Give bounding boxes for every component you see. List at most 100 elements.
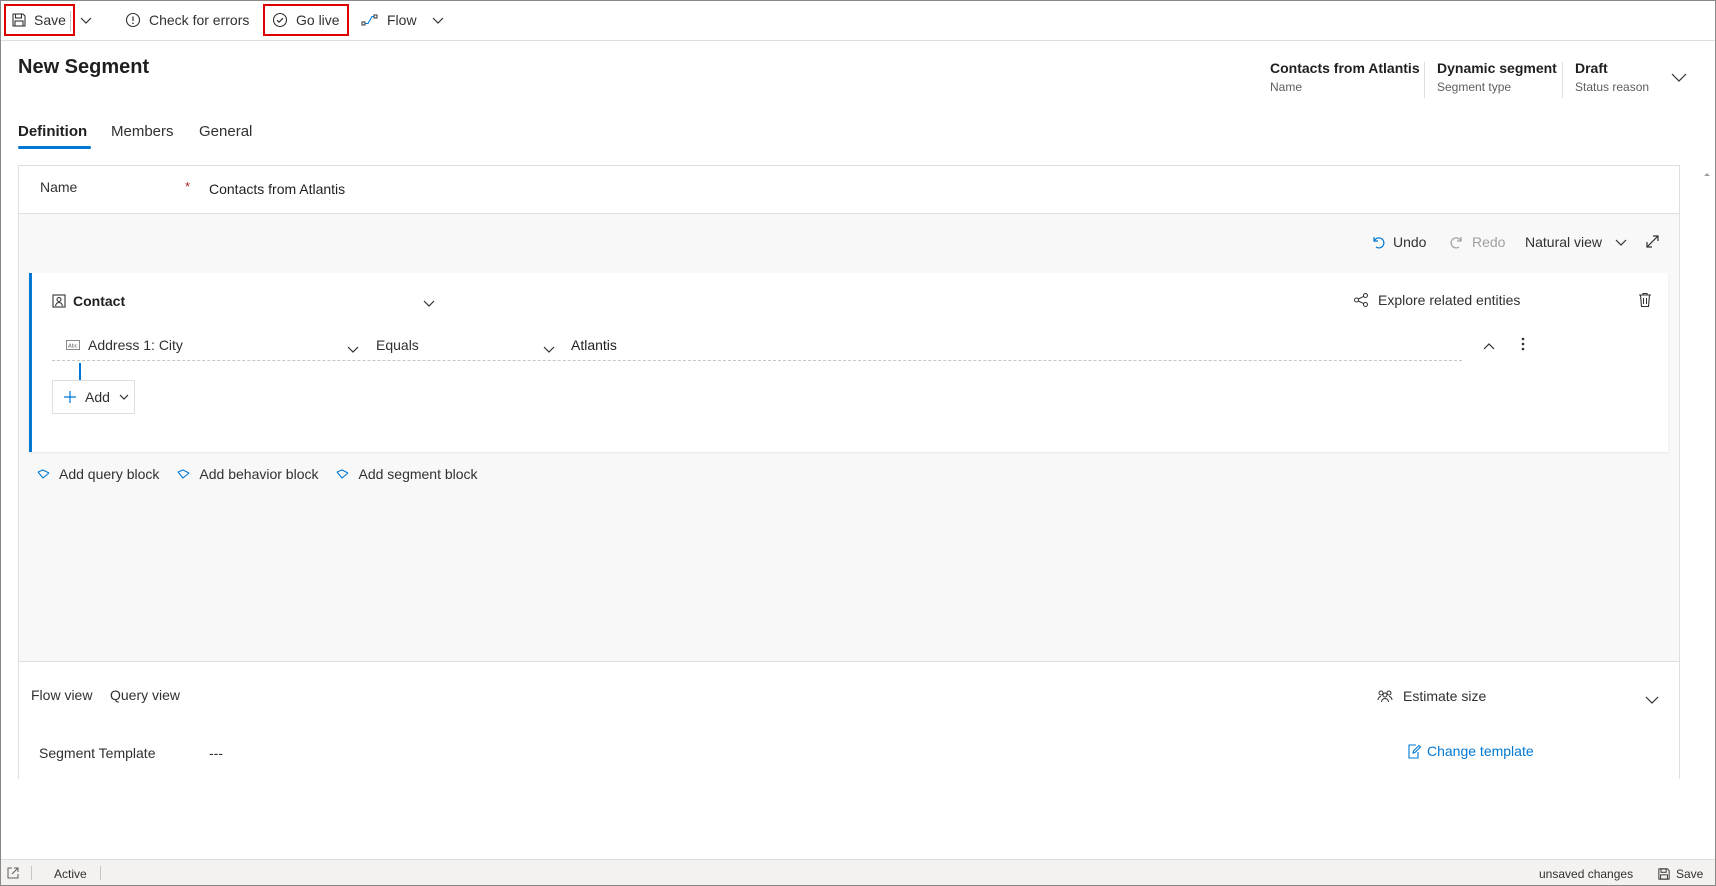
add-block-links: Add query block Add behavior block Add s… [37, 466, 478, 482]
view-selector-label: Natural view [1525, 234, 1603, 250]
active-tab-indicator [18, 146, 91, 149]
segment-definition-panel: Name * Contacts from Atlantis Undo Redo … [18, 165, 1680, 779]
text-field-icon: Abc [66, 340, 80, 350]
command-bar: Save Check for errors Go live Flow [1, 1, 1715, 41]
add-condition-button[interactable]: Add [52, 380, 135, 414]
estimate-size-button[interactable]: Estimate size [1377, 688, 1486, 704]
condition-more-options-button[interactable] [1520, 336, 1526, 355]
save-options-button[interactable] [79, 6, 93, 34]
segment-designer-canvas: Undo Redo Natural view Contact Explore r… [19, 214, 1679, 661]
estimate-expand-button[interactable] [1644, 692, 1660, 708]
add-segment-block-link[interactable]: Add segment block [336, 466, 478, 482]
query-block: Contact Explore related entities Abc Add… [29, 273, 1668, 452]
undo-icon [1373, 237, 1385, 249]
chevron-down-icon [347, 346, 359, 353]
operator-dropdown-button[interactable] [542, 341, 556, 357]
check-for-errors-label: Check for errors [149, 12, 250, 28]
share-nodes-icon [1354, 293, 1368, 307]
fullscreen-button[interactable] [1645, 234, 1660, 249]
add-behavior-block-label: Add behavior block [199, 466, 319, 482]
expand-icon [1646, 235, 1659, 248]
entity-selector[interactable]: Contact [52, 293, 125, 309]
toolbar-divider [70, 11, 71, 31]
redo-button[interactable]: Redo [1450, 234, 1505, 250]
header-name-label: Name [1270, 80, 1303, 94]
condition-attribute-selector[interactable]: Abc Address 1: City [66, 337, 183, 353]
view-selector[interactable]: Natural view [1525, 234, 1628, 250]
trash-icon [1639, 292, 1651, 308]
header-divider [1424, 62, 1425, 98]
add-block-icon [177, 469, 190, 479]
header-status-value: Draft [1575, 60, 1608, 76]
redo-icon [1450, 237, 1462, 249]
people-icon [1377, 690, 1393, 703]
change-template-link[interactable]: Change template [1407, 743, 1534, 759]
header-segment-type-label: Segment type [1437, 80, 1512, 94]
header-field-segment-type: Dynamic segment Segment type [1437, 60, 1557, 94]
caret-up-icon [1704, 173, 1710, 176]
chevron-down-icon [543, 346, 555, 353]
tab-definition[interactable]: Definition [18, 123, 87, 140]
name-field-label: Name [40, 179, 78, 195]
explore-related-entities-button[interactable]: Explore related entities [1353, 292, 1520, 308]
open-in-new-window-button[interactable] [7, 867, 19, 879]
check-for-errors-button[interactable]: Check for errors [125, 6, 249, 34]
pop-out-icon [7, 867, 19, 879]
add-behavior-block-link[interactable]: Add behavior block [177, 466, 318, 482]
chevron-down-icon [432, 17, 443, 24]
condition-value-input[interactable]: Atlantis [571, 337, 617, 353]
flow-icon [361, 14, 378, 26]
chevron-up-icon [1483, 343, 1495, 350]
header-name-value: Contacts from Atlantis [1270, 60, 1420, 76]
status-divider [100, 866, 101, 880]
tab-general[interactable]: General [199, 123, 252, 140]
condition-attribute-label: Address 1: City [88, 337, 183, 353]
go-live-button[interactable]: Go live [263, 4, 349, 36]
undo-button[interactable]: Undo [1371, 234, 1426, 250]
redo-label: Redo [1472, 234, 1506, 250]
header-status-label: Status reason [1575, 80, 1650, 94]
save-icon [12, 13, 26, 27]
entity-dropdown-button[interactable] [422, 295, 436, 311]
name-row: Name * Contacts from Atlantis [19, 166, 1679, 214]
condition-connector [79, 363, 81, 380]
edit-document-icon [1408, 743, 1421, 759]
unsaved-changes-indicator: unsaved changes [1539, 867, 1634, 881]
statusbar-save-button[interactable]: Save [1658, 867, 1703, 881]
add-query-block-label: Add query block [59, 466, 160, 482]
chevron-down-icon [1645, 696, 1659, 704]
flow-view-tab[interactable]: Flow view [31, 687, 92, 703]
add-query-block-link[interactable]: Add query block [37, 466, 159, 482]
segment-template-label: Segment Template [39, 745, 156, 761]
header-divider [1562, 62, 1563, 98]
flow-label: Flow [387, 12, 417, 28]
tab-members[interactable]: Members [111, 123, 174, 140]
add-block-icon [337, 469, 349, 479]
save-icon [1658, 868, 1670, 880]
name-field-input[interactable]: Contacts from Atlantis [209, 181, 345, 197]
add-block-icon [37, 469, 50, 479]
go-live-label: Go live [296, 12, 340, 28]
check-circle-icon [272, 12, 288, 28]
delete-block-button[interactable] [1638, 292, 1652, 311]
scroll-up-arrow[interactable] [1700, 165, 1714, 181]
add-segment-block-label: Add segment block [358, 466, 478, 482]
designer-footer: Flow view Query view Estimate size Segme… [19, 661, 1679, 779]
chevron-down-icon [423, 300, 435, 307]
add-label: Add [85, 389, 110, 405]
collapse-condition-button[interactable] [1482, 338, 1496, 354]
condition-operator-selector[interactable]: Equals [376, 337, 419, 353]
header-expand-button[interactable] [1670, 70, 1688, 86]
required-indicator: * [185, 179, 191, 194]
info-circle-icon [125, 12, 141, 28]
explore-related-entities-label: Explore related entities [1378, 292, 1521, 308]
query-view-tab[interactable]: Query view [110, 687, 180, 703]
status-divider [31, 866, 32, 880]
attribute-dropdown-button[interactable] [346, 341, 360, 357]
save-button[interactable]: Save [4, 4, 75, 36]
undo-label: Undo [1393, 234, 1427, 250]
chevron-down-icon [1615, 239, 1627, 246]
entity-label: Contact [73, 293, 126, 309]
flow-button[interactable]: Flow [361, 6, 445, 34]
estimate-size-label: Estimate size [1403, 688, 1487, 704]
